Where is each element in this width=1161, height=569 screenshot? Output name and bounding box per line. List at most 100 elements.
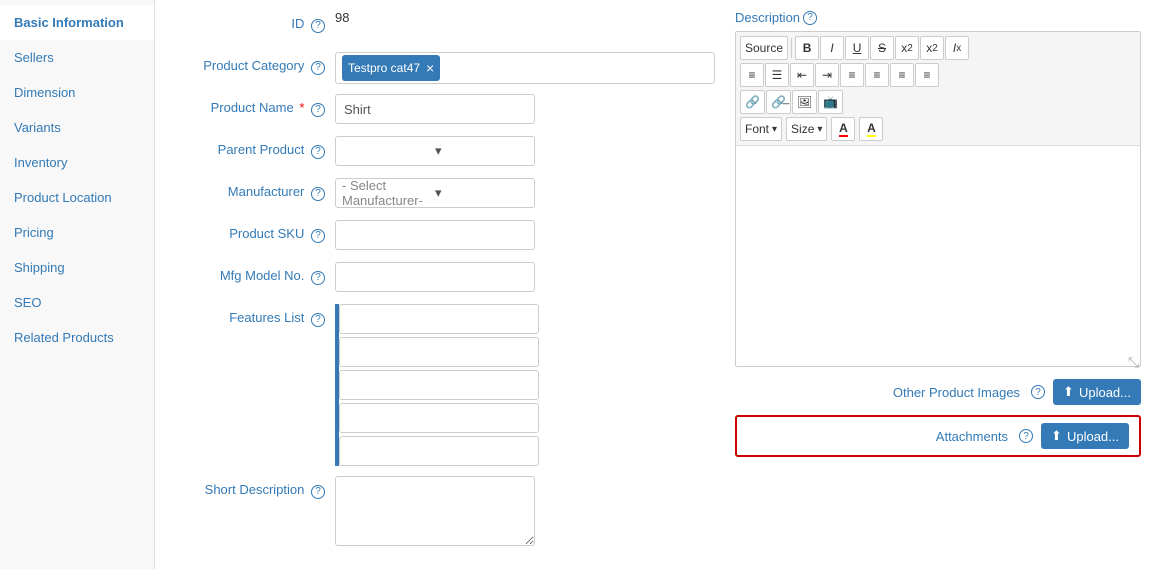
product-category-field[interactable]: Testpro cat47 ×: [335, 52, 715, 84]
media-button[interactable]: 📺: [818, 90, 843, 114]
mfg-model-label: Mfg Model No. ?: [175, 262, 335, 285]
id-help-icon[interactable]: ?: [311, 19, 325, 33]
features-list-container: [335, 304, 715, 466]
other-product-images-upload-button[interactable]: ⬆ Upload...: [1053, 379, 1141, 405]
font-select[interactable]: Font ▾: [740, 117, 782, 141]
manufacturer-help-icon[interactable]: ?: [311, 187, 325, 201]
product-name-input[interactable]: [335, 94, 535, 124]
ordered-list-button[interactable]: ≡: [740, 63, 764, 87]
sidebar-item-variants[interactable]: Variants: [0, 110, 154, 145]
features-list-help-icon[interactable]: ?: [311, 313, 325, 327]
other-product-images-label: Other Product Images: [893, 385, 1020, 400]
sidebar-item-basic-information[interactable]: Basic Information: [0, 5, 154, 40]
font-color-button[interactable]: A: [831, 117, 855, 141]
form-area: ID ? 98 Product Category ?: [175, 10, 1141, 559]
features-list-label: Features List ?: [175, 304, 335, 327]
bg-color-button[interactable]: A: [859, 117, 883, 141]
source-button[interactable]: Source: [740, 36, 788, 60]
product-sku-label: Product SKU ?: [175, 220, 335, 243]
manufacturer-row: Manufacturer ? - Select Manufacturer- ▾: [175, 178, 715, 210]
features-list-row: Features List ?: [175, 304, 715, 466]
product-category-help-icon[interactable]: ?: [311, 61, 325, 75]
attachments-help-icon[interactable]: ?: [1019, 429, 1033, 443]
sidebar-item-shipping[interactable]: Shipping: [0, 250, 154, 285]
italic-button[interactable]: I: [820, 36, 844, 60]
manufacturer-select[interactable]: - Select Manufacturer- ▾: [335, 178, 535, 208]
product-category-tag: Testpro cat47 ×: [342, 55, 440, 81]
sidebar-item-pricing[interactable]: Pricing: [0, 215, 154, 250]
features-input-2[interactable]: [339, 337, 539, 367]
toolbar-row-2: ≡ ☰ ⇤ ⇥ ≡ ≡ ≡ ≡: [740, 63, 1136, 87]
justify-button[interactable]: ≡: [915, 63, 939, 87]
short-description-row: Short Description ?: [175, 476, 715, 549]
upload-icon-2: ⬆: [1051, 428, 1062, 444]
link-button[interactable]: 🔗: [740, 90, 765, 114]
strikethrough-button[interactable]: S: [870, 36, 894, 60]
image-button[interactable]: 🖼: [792, 90, 817, 114]
editor-toolbar: Source B I U S x2 x2 Ix ≡: [736, 32, 1140, 146]
short-description-help-icon[interactable]: ?: [311, 485, 325, 499]
underline-button[interactable]: U: [845, 36, 869, 60]
features-input-1[interactable]: [339, 304, 539, 334]
sidebar-item-inventory[interactable]: Inventory: [0, 145, 154, 180]
size-select-chevron-icon: ▾: [817, 124, 822, 135]
align-left-button[interactable]: ≡: [840, 63, 864, 87]
toolbar-row-1: Source B I U S x2 x2 Ix: [740, 36, 1136, 60]
sidebar-item-dimension[interactable]: Dimension: [0, 75, 154, 110]
short-description-input[interactable]: [335, 476, 535, 546]
parent-product-label: Parent Product ?: [175, 136, 335, 159]
parent-product-select[interactable]: ▾: [335, 136, 535, 166]
product-sku-help-icon[interactable]: ?: [311, 229, 325, 243]
id-label: ID ?: [175, 10, 335, 33]
attachments-upload-button[interactable]: ⬆ Upload...: [1041, 423, 1129, 449]
attachments-label: Attachments: [936, 429, 1008, 444]
sidebar-item-product-location[interactable]: Product Location: [0, 180, 154, 215]
features-input-3[interactable]: [339, 370, 539, 400]
sidebar-item-related-products[interactable]: Related Products: [0, 320, 154, 355]
form-left: ID ? 98 Product Category ?: [175, 10, 715, 559]
main-content: ID ? 98 Product Category ?: [155, 0, 1161, 569]
description-body[interactable]: ⤡: [736, 146, 1140, 366]
mfg-model-input[interactable]: [335, 262, 535, 292]
product-category-remove-icon[interactable]: ×: [426, 60, 434, 76]
size-select[interactable]: Size ▾: [786, 117, 827, 141]
upload-icon-1: ⬆: [1063, 384, 1074, 400]
description-label: Description: [735, 10, 800, 25]
parent-product-chevron-icon: ▾: [435, 143, 528, 159]
outdent-button[interactable]: ⇤: [790, 63, 814, 87]
sidebar-item-seo[interactable]: SEO: [0, 285, 154, 320]
product-name-help-icon[interactable]: ?: [311, 103, 325, 117]
subscript-button[interactable]: x2: [895, 36, 919, 60]
clear-format-button[interactable]: Ix: [945, 36, 969, 60]
align-right-button[interactable]: ≡: [890, 63, 914, 87]
toolbar-separator-1: [791, 38, 792, 58]
parent-product-row: Parent Product ? ▾: [175, 136, 715, 168]
resize-handle[interactable]: ⤡: [1128, 354, 1138, 364]
manufacturer-chevron-icon: ▾: [435, 185, 528, 201]
unordered-list-button[interactable]: ☰: [765, 63, 789, 87]
features-input-4[interactable]: [339, 403, 539, 433]
product-name-label: Product Name * ?: [175, 94, 335, 117]
short-description-label: Short Description ?: [175, 476, 335, 499]
id-row: ID ? 98: [175, 10, 715, 42]
parent-product-help-icon[interactable]: ?: [311, 145, 325, 159]
description-editor[interactable]: Source B I U S x2 x2 Ix ≡: [735, 31, 1141, 367]
unlink-button[interactable]: 🔗̶: [766, 90, 791, 114]
features-input-5[interactable]: [339, 436, 539, 466]
product-sku-row: Product SKU ?: [175, 220, 715, 252]
id-value: 98: [335, 4, 349, 25]
toolbar-row-3: 🔗 🔗̶ 🖼 📺: [740, 90, 1136, 114]
form-right: Description ? Source B I U S: [735, 10, 1141, 559]
indent-button[interactable]: ⇥: [815, 63, 839, 87]
align-center-button[interactable]: ≡: [865, 63, 889, 87]
sidebar: Basic Information Sellers Dimension Vari…: [0, 0, 155, 569]
sidebar-item-sellers[interactable]: Sellers: [0, 40, 154, 75]
superscript-button[interactable]: x2: [920, 36, 944, 60]
manufacturer-label: Manufacturer ?: [175, 178, 335, 201]
mfg-model-help-icon[interactable]: ?: [311, 271, 325, 285]
product-sku-input[interactable]: [335, 220, 535, 250]
other-product-images-help-icon[interactable]: ?: [1031, 385, 1045, 399]
bold-button[interactable]: B: [795, 36, 819, 60]
description-help-icon[interactable]: ?: [803, 11, 817, 25]
product-name-row: Product Name * ?: [175, 94, 715, 126]
